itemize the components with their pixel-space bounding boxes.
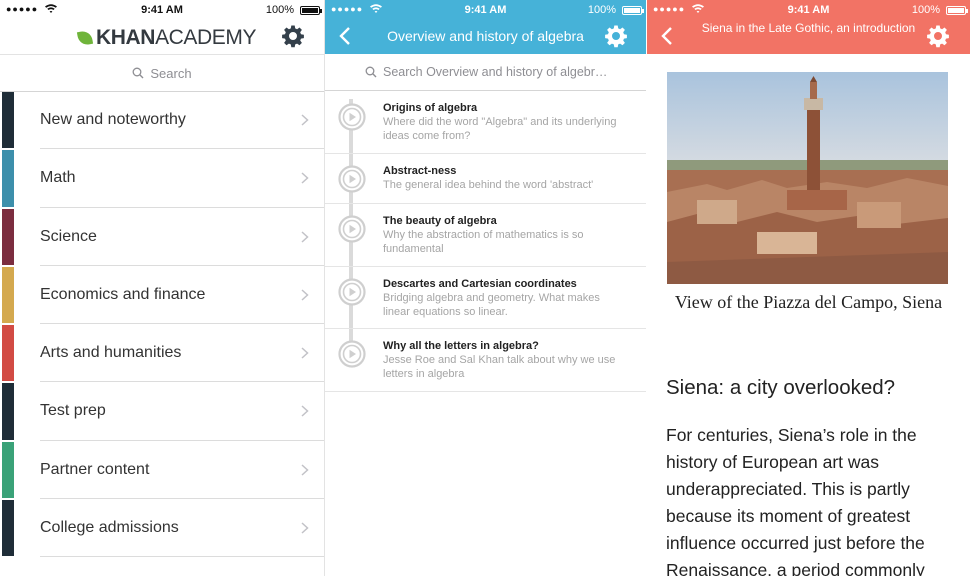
chevron-right-icon — [301, 171, 309, 184]
battery-percent: 100% — [587, 4, 616, 16]
domain-color-stripe — [2, 383, 14, 440]
domain-label: College admissions — [40, 519, 179, 537]
video-item-the-beauty-of-algebra[interactable]: The beauty of algebra Why the abstractio… — [325, 204, 646, 267]
video-description: Bridging algebra and geometry. What make… — [383, 292, 600, 318]
video-item-abstract-ness[interactable]: Abstract-ness The general idea behind th… — [325, 154, 646, 204]
battery-icon — [622, 6, 644, 15]
play-icon — [338, 215, 366, 243]
chevron-right-icon — [301, 463, 309, 476]
video-title: The beauty of algebra — [383, 215, 497, 227]
video-description: Why the abstraction of mathematics is so… — [383, 229, 584, 255]
status-bar: ●●●●● 9:41 AM 100% — [647, 0, 970, 20]
video-description: The general idea behind the word 'abstra… — [383, 179, 594, 191]
play-icon — [338, 340, 366, 368]
domain-label: Test prep — [40, 402, 106, 420]
battery-percent: 100% — [265, 4, 294, 16]
status-bar: ●●●●● 9:41 AM 100% — [0, 0, 324, 20]
domain-item-math[interactable]: Math — [0, 149, 324, 208]
domain-color-stripe — [2, 150, 14, 207]
domain-color-stripe — [2, 325, 14, 382]
video-list: Origins of algebra Where did the word "A… — [325, 91, 646, 392]
status-bar: ●●●●● 9:41 AM 100% — [325, 0, 646, 20]
battery-icon — [300, 6, 322, 15]
video-description: Where did the word "Algebra" and its und… — [383, 116, 617, 142]
khan-academy-logo: KHAN ACADEMY — [76, 26, 257, 50]
domain-item-college-admissions[interactable]: College admissions — [0, 499, 324, 558]
topic-screen: ●●●●● 9:41 AM 100% Overview and history … — [324, 0, 646, 576]
topic-nav-bar: ●●●●● 9:41 AM 100% Overview and history … — [325, 0, 646, 54]
chevron-right-icon — [301, 113, 309, 126]
gear-icon[interactable] — [926, 24, 950, 48]
video-title: Why all the letters in algebra? — [383, 340, 539, 352]
domain-item-science[interactable]: Science — [0, 208, 324, 266]
chevron-right-icon — [301, 230, 309, 243]
domain-color-stripe — [2, 500, 14, 557]
chevron-right-icon — [301, 288, 309, 301]
article-heading: Siena: a city overlooked? — [666, 376, 896, 399]
siena-photo — [667, 72, 948, 284]
chevron-left-icon[interactable] — [661, 26, 673, 46]
battery-percent: 100% — [911, 4, 940, 16]
search-input[interactable]: Search — [0, 54, 324, 92]
play-icon — [338, 165, 366, 193]
video-description: Jesse Roe and Sal Khan talk about why we… — [383, 354, 616, 380]
gear-icon[interactable] — [604, 24, 628, 48]
domain-label: Science — [40, 227, 97, 245]
home-screen: ●●●●● 9:41 AM 100% KHAN ACADEMY Search Ne… — [0, 0, 324, 576]
battery-icon — [946, 6, 968, 15]
image-caption: View of the Piazza del Campo, Siena — [674, 292, 943, 312]
search-placeholder: Search — [150, 65, 192, 81]
topic-search-input[interactable]: Search Overview and history of algebr… — [325, 54, 646, 91]
video-item-descartes-and-cartesian-coordinates[interactable]: Descartes and Cartesian coordinates Brid… — [325, 267, 646, 329]
domain-color-stripe — [2, 441, 14, 499]
gear-icon[interactable] — [281, 24, 305, 48]
domain-item-partner-content[interactable]: Partner content — [0, 441, 324, 500]
domain-label: Arts and humanities — [40, 344, 182, 362]
video-item-why-all-the-letters[interactable]: Why all the letters in algebra? Jesse Ro… — [325, 329, 646, 392]
search-icon — [132, 67, 144, 79]
play-icon — [338, 278, 366, 306]
domain-list: New and noteworthy Math Science Economic… — [0, 91, 324, 558]
article-title: Siena in the Late Gothic, an introductio… — [701, 21, 916, 35]
video-title: Abstract-ness — [383, 165, 457, 177]
domain-label: Partner content — [40, 460, 150, 478]
domain-color-stripe — [2, 208, 14, 265]
logo-suffix: ACADEMY — [155, 26, 257, 49]
logo-prefix: KHAN — [96, 26, 156, 49]
chevron-left-icon[interactable] — [339, 26, 351, 46]
domain-color-stripe — [2, 266, 14, 324]
play-icon — [338, 103, 366, 131]
search-icon — [365, 66, 377, 78]
domain-item-economics-and-finance[interactable]: Economics and finance — [0, 266, 324, 325]
domain-item-new-and-noteworthy[interactable]: New and noteworthy — [0, 91, 324, 150]
domain-label: New and noteworthy — [40, 111, 186, 128]
leaf-icon — [76, 29, 94, 47]
video-item-origins-of-algebra[interactable]: Origins of algebra Where did the word "A… — [325, 91, 646, 154]
chevron-right-icon — [301, 404, 309, 418]
domain-color-stripe — [2, 92, 14, 149]
article-body: For centuries, Siena’s role in the histo… — [666, 425, 925, 576]
topic-title: Overview and history of algebra — [387, 28, 584, 44]
chevron-right-icon — [301, 521, 309, 534]
divider — [40, 556, 324, 558]
domain-label: Math — [40, 169, 76, 187]
search-placeholder: Search Overview and history of algebr… — [383, 65, 608, 79]
domain-label: Economics and finance — [40, 285, 206, 303]
chevron-right-icon — [301, 346, 309, 359]
article-nav-bar: ●●●●● 9:41 AM 100% Siena in the Late Got… — [647, 0, 970, 54]
domain-item-arts-and-humanities[interactable]: Arts and humanities — [0, 324, 324, 383]
article-screen: ●●●●● 9:41 AM 100% Siena in the Late Got… — [647, 0, 970, 576]
domain-item-test-prep[interactable]: Test prep — [0, 382, 324, 441]
video-title: Descartes and Cartesian coordinates — [383, 278, 577, 290]
video-title: Origins of algebra — [383, 102, 478, 114]
